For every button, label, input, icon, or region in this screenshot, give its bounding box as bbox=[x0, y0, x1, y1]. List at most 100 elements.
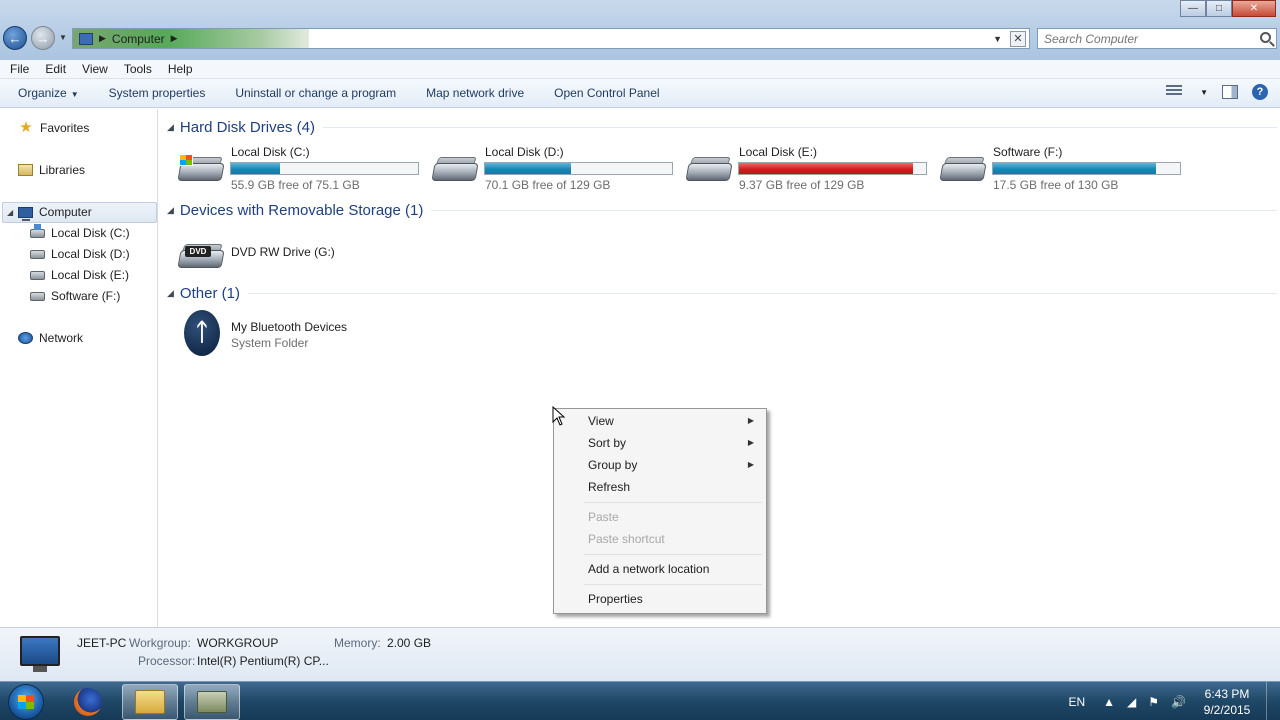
ctx-refresh[interactable]: Refresh bbox=[588, 480, 630, 494]
nav-drive-f[interactable]: Software (F:) bbox=[30, 289, 120, 303]
ctx-view[interactable]: View bbox=[588, 414, 614, 428]
drive-name: DVD RW Drive (G:) bbox=[231, 245, 335, 259]
search-icon[interactable] bbox=[1260, 32, 1271, 43]
clock[interactable]: 6:43 PM 9/2/2015 bbox=[1192, 686, 1262, 718]
bluetooth-devices-type: System Folder bbox=[231, 336, 309, 350]
show-hidden-icons-icon[interactable]: ▲ bbox=[1103, 695, 1115, 709]
drive-free-space: 55.9 GB free of 75.1 GB bbox=[231, 178, 360, 192]
star-icon: ★ bbox=[19, 119, 33, 136]
nav-computer[interactable]: Computer bbox=[18, 205, 92, 221]
group-title: Devices with Removable Storage (1) bbox=[179, 202, 424, 219]
hard-drive-icon bbox=[30, 270, 45, 280]
processor-value: Intel(R) Pentium(R) CP... bbox=[197, 654, 329, 668]
hard-drive-icon bbox=[30, 291, 45, 301]
drive-tile[interactable]: Local Disk (E:) 9.37 GB free of 129 GB bbox=[685, 145, 935, 192]
ctx-properties[interactable]: Properties bbox=[588, 592, 643, 606]
search-input[interactable] bbox=[1038, 29, 1248, 48]
forward-arrow-icon: → bbox=[36, 30, 50, 46]
expand-arrow-icon[interactable]: ◢ bbox=[7, 208, 13, 217]
drive-app-icon bbox=[197, 691, 227, 713]
nav-favorites-label: Favorites bbox=[40, 121, 90, 135]
taskbar-firefox[interactable] bbox=[60, 684, 116, 720]
language-indicator[interactable]: EN bbox=[1068, 695, 1085, 709]
organize-button[interactable]: Organize ▼ bbox=[0, 86, 94, 100]
ctx-paste-shortcut[interactable]: Paste shortcut bbox=[588, 532, 665, 546]
menu-tools[interactable]: Tools bbox=[124, 62, 152, 76]
submenu-arrow-icon: ▶ bbox=[747, 416, 754, 425]
taskbar-drive-app[interactable] bbox=[184, 684, 240, 720]
menu-edit[interactable]: Edit bbox=[45, 62, 66, 76]
submenu-arrow-icon: ▶ bbox=[747, 438, 754, 447]
dvd-drive-icon: DVD bbox=[177, 232, 225, 272]
nav-favorites[interactable]: ★ Favorites bbox=[18, 119, 90, 136]
group-divider bbox=[322, 127, 1277, 128]
menu-separator bbox=[584, 502, 762, 503]
nav-drive-c[interactable]: Local Disk (C:) bbox=[30, 223, 130, 240]
nav-drive-e-label: Local Disk (E:) bbox=[51, 268, 130, 282]
group-header-removable[interactable]: ◢ Devices with Removable Storage (1) bbox=[167, 202, 1277, 219]
breadcrumb-chevron-icon[interactable]: ▶ bbox=[99, 33, 106, 44]
drive-usage-fill bbox=[231, 163, 280, 174]
show-desktop-button[interactable] bbox=[1266, 682, 1280, 720]
drive-tile[interactable]: Software (F:) 17.5 GB free of 130 GB bbox=[939, 145, 1189, 192]
menu-view[interactable]: View bbox=[82, 62, 108, 76]
nav-computer-label: Computer bbox=[39, 205, 92, 219]
network-signal-icon[interactable]: ◢ bbox=[1127, 695, 1136, 709]
address-bar[interactable]: ▶ Computer ▶ ▼ ✕ bbox=[72, 28, 1030, 49]
folder-icon bbox=[135, 690, 165, 714]
nav-libraries[interactable]: Libraries bbox=[18, 163, 85, 177]
address-progress bbox=[73, 29, 309, 48]
computer-icon bbox=[20, 636, 60, 666]
start-button[interactable] bbox=[8, 684, 44, 720]
drive-tile[interactable]: Local Disk (D:) 70.1 GB free of 129 GB bbox=[431, 145, 681, 192]
group-divider bbox=[247, 293, 1277, 294]
action-center-icon[interactable]: ⚑ bbox=[1148, 695, 1159, 709]
bluetooth-devices-name[interactable]: My Bluetooth Devices bbox=[231, 320, 347, 334]
hard-drive-icon bbox=[431, 155, 479, 183]
collapse-arrow-icon[interactable]: ◢ bbox=[167, 288, 174, 299]
nav-network[interactable]: Network bbox=[18, 331, 83, 345]
ctx-sort-by[interactable]: Sort by bbox=[588, 436, 626, 450]
drive-free-space: 17.5 GB free of 130 GB bbox=[993, 178, 1119, 192]
menu-file[interactable]: File bbox=[10, 62, 29, 76]
menu-help[interactable]: Help bbox=[168, 62, 193, 76]
forward-button[interactable]: → bbox=[31, 26, 55, 50]
preview-pane-icon[interactable] bbox=[1222, 85, 1238, 99]
stop-icon[interactable]: ✕ bbox=[1010, 31, 1026, 47]
submenu-arrow-icon: ▶ bbox=[747, 460, 754, 469]
ctx-paste[interactable]: Paste bbox=[588, 510, 619, 524]
nav-drive-e[interactable]: Local Disk (E:) bbox=[30, 268, 129, 282]
change-view-icon[interactable] bbox=[1166, 85, 1183, 99]
bluetooth-icon[interactable]: ᛏ bbox=[184, 310, 220, 356]
pc-name: JEET-PC bbox=[77, 636, 127, 650]
group-header-other[interactable]: ◢ Other (1) bbox=[167, 285, 1277, 302]
nav-drive-d[interactable]: Local Disk (D:) bbox=[30, 247, 130, 261]
back-button[interactable]: ← bbox=[3, 26, 27, 50]
collapse-arrow-icon[interactable]: ◢ bbox=[167, 122, 174, 133]
minimize-button[interactable]: — bbox=[1180, 0, 1206, 17]
open-control-panel-button[interactable]: Open Control Panel bbox=[539, 86, 674, 100]
recent-pages-dropdown[interactable]: ▼ bbox=[59, 33, 67, 42]
map-network-drive-button[interactable]: Map network drive bbox=[411, 86, 539, 100]
uninstall-program-button[interactable]: Uninstall or change a program bbox=[220, 86, 411, 100]
view-dropdown-icon[interactable]: ▼ bbox=[1200, 88, 1208, 97]
system-properties-button[interactable]: System properties bbox=[94, 86, 221, 100]
breadcrumb-computer[interactable]: Computer bbox=[112, 32, 165, 46]
volume-icon[interactable]: 🔊 bbox=[1171, 695, 1186, 709]
help-icon[interactable]: ? bbox=[1252, 84, 1268, 100]
computer-icon bbox=[18, 206, 33, 221]
collapse-arrow-icon[interactable]: ◢ bbox=[167, 205, 174, 216]
maximize-button[interactable]: □ bbox=[1206, 0, 1232, 17]
breadcrumb-chevron-icon[interactable]: ▶ bbox=[171, 33, 178, 44]
drive-tile[interactable]: Local Disk (C:) 55.9 GB free of 75.1 GB bbox=[177, 145, 427, 192]
ctx-add-network-location[interactable]: Add a network location bbox=[588, 562, 709, 576]
drive-usage-bar bbox=[738, 162, 927, 175]
address-dropdown-icon[interactable]: ▼ bbox=[993, 34, 1002, 44]
taskbar-explorer[interactable] bbox=[122, 684, 178, 720]
close-button[interactable]: ✕ bbox=[1232, 0, 1276, 17]
chevron-down-icon: ▼ bbox=[70, 90, 79, 99]
workgroup-value: WORKGROUP bbox=[197, 636, 279, 650]
ctx-group-by[interactable]: Group by bbox=[588, 458, 637, 472]
group-header-hard-disks[interactable]: ◢ Hard Disk Drives (4) bbox=[167, 119, 1277, 136]
dvd-drive-tile[interactable]: DVD DVD RW Drive (G:) bbox=[177, 228, 427, 272]
